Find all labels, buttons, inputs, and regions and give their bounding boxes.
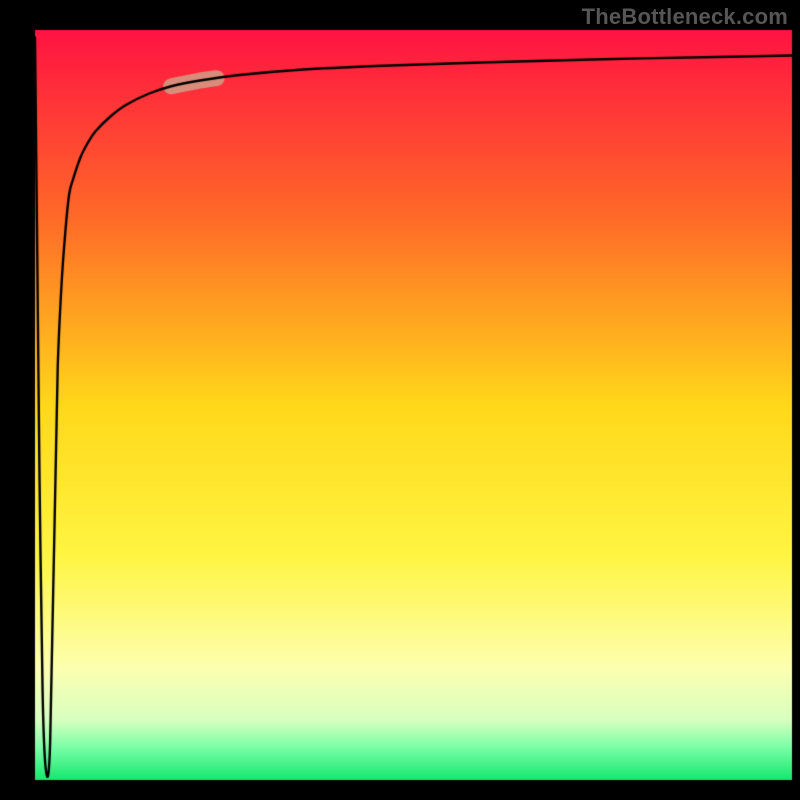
bottleneck-chart-canvas: [0, 0, 800, 800]
watermark-label: TheBottleneck.com: [582, 4, 788, 30]
chart-frame: TheBottleneck.com: [0, 0, 800, 800]
